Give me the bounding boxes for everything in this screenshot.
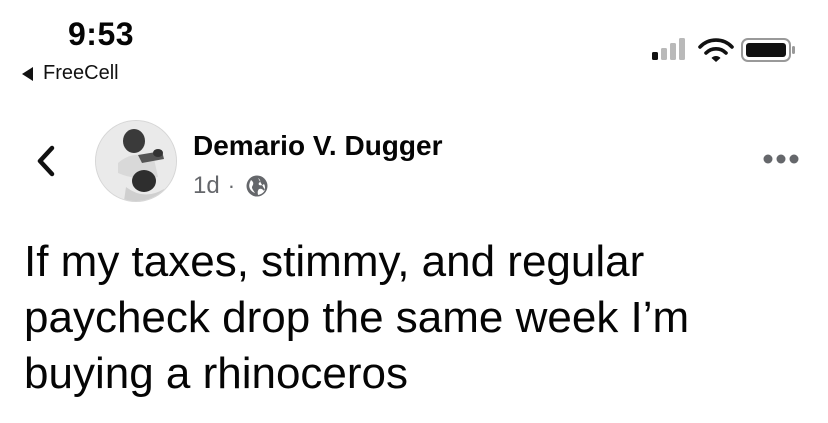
back-to-app-link[interactable]: FreeCell (22, 62, 119, 85)
back-chevron-icon[interactable] (34, 142, 60, 180)
back-triangle-icon (22, 66, 33, 81)
globe-icon (246, 175, 268, 197)
meta-separator: · (227, 173, 236, 198)
status-icons (652, 36, 802, 66)
back-app-label: FreeCell (43, 62, 119, 84)
battery-icon (741, 38, 795, 62)
wifi-icon (698, 38, 734, 62)
avatar-photo (96, 121, 176, 201)
author-name[interactable]: Demario V. Dugger (193, 130, 442, 162)
post-meta: 1d · (193, 172, 269, 200)
post-time[interactable]: 1d (193, 172, 220, 200)
cellular-signal-icon (652, 38, 685, 60)
post-body-text: If my taxes, stimmy, and regular paychec… (24, 237, 690, 398)
status-time: 9:53 (68, 16, 135, 52)
more-options-icon[interactable] (762, 152, 800, 166)
author-avatar[interactable] (96, 121, 176, 201)
